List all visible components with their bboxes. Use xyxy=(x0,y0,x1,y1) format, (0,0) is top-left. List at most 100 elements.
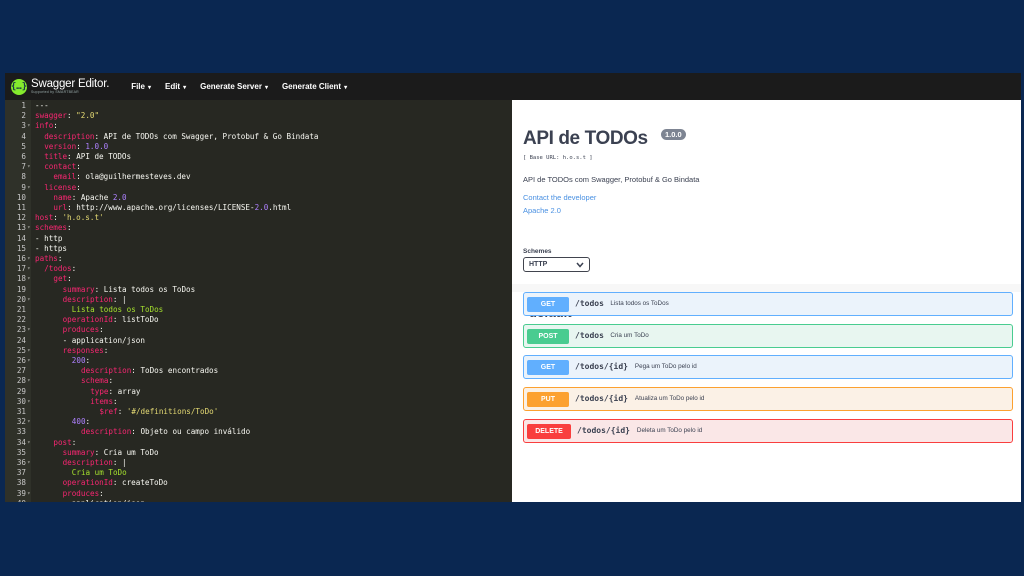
operation-post-1[interactable]: POST/todos Cria um ToDo xyxy=(523,324,1013,348)
code-line: 7 ▾ contact: xyxy=(5,162,512,172)
operation-summary: Pega um ToDo pelo id xyxy=(634,363,697,370)
line-number: 23 xyxy=(16,325,26,335)
code-token: 200 xyxy=(71,356,86,365)
code-text: swagger: "2.0" xyxy=(35,111,99,121)
code-text: host: 'h.o.s.t' xyxy=(35,213,104,223)
contact-developer-link[interactable]: Contact the developer xyxy=(523,193,596,202)
line-number: 34 xyxy=(16,437,26,447)
fold-toggle-icon[interactable]: ▾ xyxy=(27,376,31,386)
fold-toggle-icon[interactable]: ▾ xyxy=(27,274,31,284)
code-token: : xyxy=(76,162,81,172)
fold-toggle-icon[interactable]: ▾ xyxy=(27,397,31,407)
logo-title: Swagger Editor. xyxy=(31,77,110,90)
code-token: : API de TODOs xyxy=(67,152,132,161)
line-number: 36 xyxy=(16,458,26,467)
operation-delete-4[interactable]: DELETE/todos/{id} Deleta um ToDo pelo id xyxy=(523,419,1013,443)
line-number: 16 xyxy=(16,254,26,263)
line-number: 11 xyxy=(16,203,26,212)
code-token: : xyxy=(57,254,63,263)
fold-toggle-icon[interactable]: ▾ xyxy=(27,489,31,499)
code-token: : Cria um ToDo xyxy=(94,447,159,457)
operation-get-2[interactable]: GET/todos/{id} Pega um ToDo pelo id xyxy=(523,355,1013,379)
code-text: operationId: listToDo xyxy=(63,315,159,325)
code-line: 26 ▾ 200: xyxy=(5,356,512,366)
fold-toggle-icon[interactable]: ▾ xyxy=(27,346,31,356)
fold-toggle-icon[interactable]: ▾ xyxy=(27,417,31,427)
code-text: name: Apache 2.0 xyxy=(53,193,126,203)
code-text: title: API de TODOs xyxy=(44,152,131,162)
http-method-badge: DELETE xyxy=(527,424,571,439)
line-number: 24 xyxy=(16,335,26,345)
fold-toggle-icon[interactable]: ▾ xyxy=(27,356,31,366)
code-line: 39 ▾ produces: xyxy=(5,489,512,499)
code-token: - application/json xyxy=(63,499,145,502)
fold-toggle-icon[interactable]: ▾ xyxy=(27,121,31,131)
code-token: produces xyxy=(62,488,100,498)
code-text: 200: xyxy=(72,356,90,366)
code-token: : http://www.apache.org/licenses/LICENSE… xyxy=(67,203,255,212)
code-line: 16 ▾ paths: xyxy=(5,254,512,264)
fold-toggle-icon[interactable]: ▾ xyxy=(27,183,31,193)
code-line: 14 - http xyxy=(5,234,512,244)
code-line: 25 ▾ responses: xyxy=(5,346,512,356)
code-token: - https xyxy=(35,243,68,253)
code-token: type xyxy=(90,386,109,396)
code-line: 1 --- xyxy=(5,101,512,111)
fold-toggle-icon[interactable]: ▾ xyxy=(27,438,31,448)
code-line: 18 ▾ get: xyxy=(5,274,512,284)
code-token: .html xyxy=(268,203,292,212)
swagger-logo[interactable]: {…} Swagger Editor. Supported by SMARTBE… xyxy=(11,77,110,95)
code-line: 5 version: 1.0.0 xyxy=(5,142,512,152)
chevron-down-icon: ▾ xyxy=(264,85,268,91)
logo-text: Swagger Editor. Supported by SMARTBEAR xyxy=(31,77,110,95)
code-text: info: xyxy=(35,121,58,131)
code-token: --- xyxy=(35,101,49,110)
yaml-code-editor[interactable]: 1 --- 2 swagger: "2.0" 3 ▾ info: 4 description: … xyxy=(5,100,512,502)
code-line: 35 summary: Cria um ToDo xyxy=(5,448,512,458)
code-token: : xyxy=(108,376,114,386)
code-line: 38 operationId: createToDo xyxy=(5,478,512,488)
code-line: 33 description: Objeto ou campo inválido xyxy=(5,427,512,437)
fold-toggle-icon[interactable]: ▾ xyxy=(27,264,31,274)
line-number: 7 xyxy=(21,162,26,172)
swagger-editor-window: {…} Swagger Editor. Supported by SMARTBE… xyxy=(5,73,1021,502)
code-token: : xyxy=(76,182,81,192)
fold-toggle-icon[interactable]: ▾ xyxy=(27,162,31,172)
code-line: 13 ▾ schemes: xyxy=(5,223,512,233)
code-token: schema xyxy=(81,376,109,386)
line-number: 18 xyxy=(16,274,26,284)
menu-file[interactable]: File ▾ xyxy=(131,82,151,91)
menu-edit-label: Edit xyxy=(164,82,181,91)
fold-toggle-icon[interactable]: ▾ xyxy=(27,223,31,233)
code-text: description: API de TODOs com Swagger, P… xyxy=(44,132,318,142)
code-line: 4 description: API de TODOs com Swagger, … xyxy=(5,132,512,142)
operation-path: /todos xyxy=(575,299,604,308)
code-line: 37 Cria um ToDo xyxy=(5,468,512,478)
menu-edit[interactable]: Edit ▾ xyxy=(165,82,186,91)
operation-get-0[interactable]: GET/todos Lista todos os ToDos xyxy=(523,292,1013,316)
fold-toggle-icon[interactable]: ▾ xyxy=(27,325,31,335)
http-method-badge: POST xyxy=(527,329,569,344)
code-token: host xyxy=(35,213,54,223)
http-method-badge: GET xyxy=(527,297,569,312)
api-description: API de TODOs com Swagger, Protobuf & Go … xyxy=(523,175,700,184)
fold-toggle-icon[interactable]: ▾ xyxy=(27,458,31,468)
code-token: : ToDos encontrados xyxy=(131,366,219,376)
line-number: 4 xyxy=(21,131,26,141)
code-token: description xyxy=(81,427,132,437)
schemes-select[interactable]: HTTP xyxy=(523,257,590,272)
fold-toggle-icon[interactable]: ▾ xyxy=(27,254,31,264)
line-number: 39 xyxy=(16,488,26,498)
menu-generate-server[interactable]: Generate Server ▾ xyxy=(200,82,268,91)
menu-generate-client[interactable]: Generate Client ▾ xyxy=(282,82,347,91)
code-token: : xyxy=(99,325,104,335)
license-link[interactable]: Apache 2.0 xyxy=(523,206,561,215)
operation-path: /todos xyxy=(575,331,604,340)
code-token: 1.0.0 xyxy=(85,141,109,151)
code-token: responses xyxy=(62,345,104,355)
operation-put-3[interactable]: PUT/todos/{id} Atualiza um ToDo pelo id xyxy=(523,387,1013,411)
fold-toggle-icon[interactable]: ▾ xyxy=(27,295,31,305)
code-token: : xyxy=(67,111,77,121)
code-token: license xyxy=(44,182,77,192)
code-token: operationId xyxy=(62,478,113,488)
